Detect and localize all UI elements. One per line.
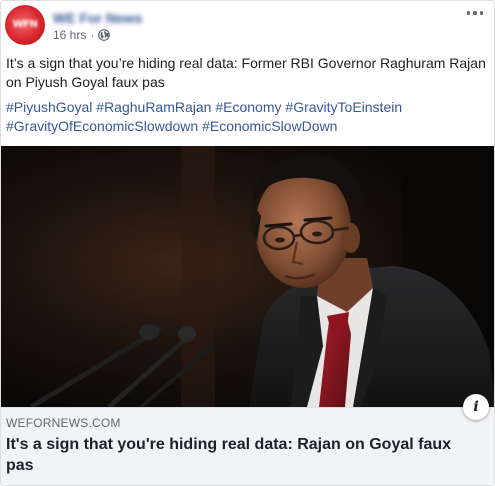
post-meta: 16 hrs · xyxy=(53,28,111,42)
link-title[interactable]: It's a sign that you're hiding real data… xyxy=(6,434,476,476)
page-avatar[interactable]: WFN xyxy=(5,5,45,45)
hashtag-link[interactable]: #GravityToEinstein xyxy=(285,99,402,115)
globe-icon[interactable] xyxy=(98,29,111,41)
hashtag-list: #PiyushGoyal #RaghuRamRajan #Economy #Gr… xyxy=(6,98,490,136)
hashtag-link[interactable]: #EconomicSlowDown xyxy=(202,118,337,134)
avatar-logo-text: WFN xyxy=(12,19,38,30)
photo-illustration xyxy=(1,146,494,407)
post-header: WFN WE For News 16 hrs · xyxy=(1,1,494,47)
hashtag-link[interactable]: #PiyushGoyal xyxy=(6,99,92,115)
info-icon[interactable]: i xyxy=(463,394,489,420)
more-options-icon[interactable] xyxy=(464,5,486,21)
hashtag-link[interactable]: #RaghuRamRajan xyxy=(96,99,211,115)
meta-separator: · xyxy=(90,28,95,42)
hashtag-link[interactable]: #Economy xyxy=(215,99,281,115)
link-preview-footer[interactable]: i WEFORNEWS.COM It's a sign that you're … xyxy=(1,394,494,485)
hashtag-link[interactable]: #GravityOfEconomicSlowdown xyxy=(6,118,198,134)
post-timestamp[interactable]: 16 hrs xyxy=(53,28,86,42)
link-preview-photo[interactable] xyxy=(1,146,494,407)
more-dot xyxy=(466,11,471,15)
more-dot xyxy=(473,11,477,15)
post-text: It’s a sign that you’re hiding real data… xyxy=(6,55,486,90)
more-dot xyxy=(479,11,484,15)
link-domain: WEFORNEWS.COM xyxy=(6,416,121,430)
page-name-link[interactable]: WE For News xyxy=(53,10,142,26)
feed-post: WFN WE For News 16 hrs · It’s a sign tha… xyxy=(0,0,495,486)
